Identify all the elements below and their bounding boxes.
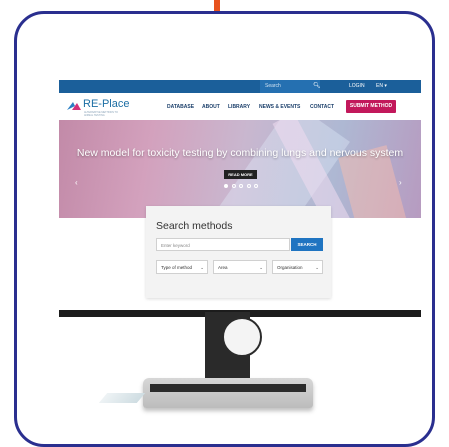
submit-method-button[interactable]: SUBMIT METHOD [346, 100, 396, 113]
website-screen: Search 🔍︎ LOGIN EN ▾ RE-Place ALTERNATIV… [59, 80, 421, 312]
carousel-dot[interactable] [224, 184, 228, 188]
monitor-stand-base [143, 378, 313, 408]
carousel-prev-icon[interactable]: ‹ [75, 178, 78, 187]
logo-text[interactable]: RE-Place [83, 98, 129, 110]
stand-cable-hole [222, 317, 262, 357]
hero-headline: New model for toxicity testing by combin… [76, 147, 404, 159]
dropdown-label: Type of method [161, 265, 193, 270]
read-more-button[interactable]: READ MORE [224, 170, 257, 179]
organisation-dropdown[interactable]: Organisation ⌄ [272, 260, 323, 274]
stand-base-plate [150, 384, 306, 392]
logo-icon [67, 102, 81, 110]
nav-item-news-events[interactable]: NEWS & EVENTS [259, 104, 300, 110]
carousel-dots [224, 184, 258, 188]
main-navbar: RE-Place ALTERNATIVE METHODS TO ANIMAL T… [59, 93, 421, 120]
logo-subtitle: ALTERNATIVE METHODS TO ANIMAL TESTING [84, 111, 118, 117]
chevron-down-icon: ⌄ [315, 265, 319, 270]
search-button[interactable]: SEARCH [291, 238, 323, 251]
top-search-placeholder: Search [265, 83, 281, 89]
type-of-method-dropdown[interactable]: Type of method ⌄ [156, 260, 208, 274]
carousel-dot[interactable] [246, 184, 251, 188]
nav-item-contact[interactable]: CONTACT [310, 104, 334, 110]
nav-item-library[interactable]: LIBRARY [228, 104, 250, 110]
monitor: Search 🔍︎ LOGIN EN ▾ RE-Place ALTERNATIV… [59, 80, 421, 317]
hero-carousel: New model for toxicity testing by combin… [59, 120, 421, 218]
search-icon[interactable]: 🔍︎ [313, 82, 321, 89]
nav-item-about[interactable]: ABOUT [202, 104, 220, 110]
search-panel-title: Search methods [156, 220, 233, 232]
keyword-input[interactable]: Enter keyword [156, 238, 290, 251]
top-utility-bar: Search 🔍︎ LOGIN EN ▾ [59, 80, 421, 93]
language-selector[interactable]: EN ▾ [376, 83, 387, 89]
chevron-down-icon: ⌄ [259, 265, 263, 270]
nav-item-database[interactable]: DATABASE [167, 104, 194, 110]
carousel-next-icon[interactable]: › [399, 178, 402, 187]
chevron-down-icon: ⌄ [200, 265, 204, 270]
dropdown-label: Area [218, 265, 228, 270]
carousel-dot[interactable] [231, 184, 236, 188]
login-link[interactable]: LOGIN [349, 83, 365, 89]
area-dropdown[interactable]: Area ⌄ [213, 260, 267, 274]
carousel-dot[interactable] [254, 184, 258, 188]
dropdown-label: Organisation [277, 265, 303, 270]
search-methods-panel: Search methods Enter keyword SEARCH Type… [146, 206, 331, 298]
carousel-dot[interactable] [239, 184, 243, 188]
